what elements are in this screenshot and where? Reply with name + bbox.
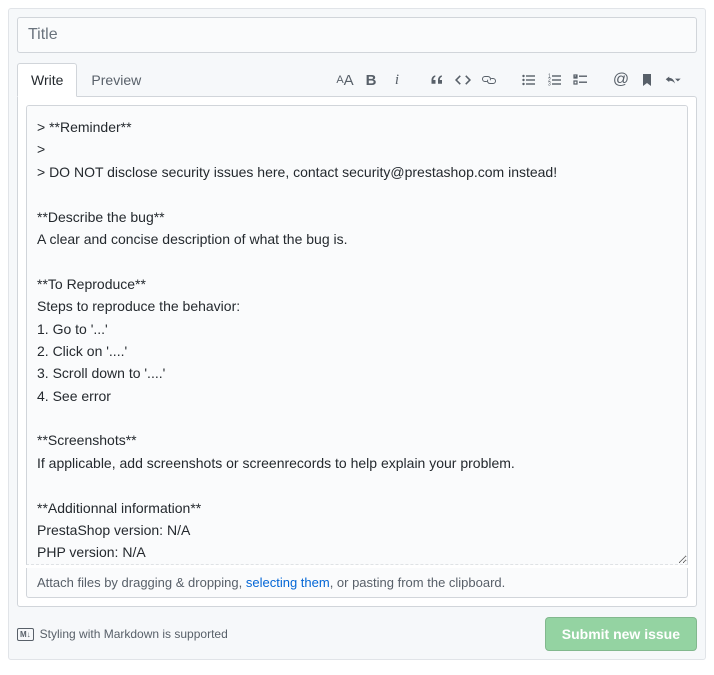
attach-hint-after: , or pasting from the clipboard.	[330, 575, 506, 590]
markdown-icon: M↓	[17, 628, 34, 641]
heading-button[interactable]: AA	[333, 68, 357, 92]
link-button[interactable]	[477, 68, 501, 92]
list-ul-icon	[521, 72, 537, 88]
editor-toolbar: AA B i	[327, 68, 697, 92]
bold-button[interactable]: B	[359, 68, 383, 92]
reference-button[interactable]	[635, 68, 659, 92]
editor-tabs-bar: Write Preview AA B i	[17, 63, 697, 97]
link-icon	[481, 72, 497, 88]
list-ol-icon: 123	[547, 72, 563, 88]
title-input[interactable]	[17, 17, 697, 53]
toolbar-group-list: 123	[511, 68, 599, 92]
chevron-down-icon	[675, 76, 681, 84]
markdown-hint[interactable]: M↓ Styling with Markdown is supported	[17, 627, 228, 641]
mention-button[interactable]: @	[609, 68, 633, 92]
heading-icon-large: A	[344, 72, 354, 89]
tasklist-button[interactable]	[569, 68, 593, 92]
ol-button[interactable]: 123	[543, 68, 567, 92]
code-icon	[455, 72, 471, 88]
svg-text:3: 3	[548, 82, 551, 88]
form-footer: M↓ Styling with Markdown is supported Su…	[17, 617, 697, 651]
attach-hint-before: Attach files by dragging & dropping,	[37, 575, 246, 590]
ul-button[interactable]	[517, 68, 541, 92]
tab-preview[interactable]: Preview	[77, 63, 155, 97]
quote-button[interactable]	[425, 68, 449, 92]
heading-icon: A	[336, 74, 343, 86]
editor-tabs: Write Preview	[17, 63, 155, 97]
editor-box: Attach files by dragging & dropping, sel…	[17, 96, 697, 607]
italic-icon: i	[395, 72, 399, 89]
toolbar-group-text: AA B i	[327, 68, 415, 92]
mention-icon: @	[613, 71, 629, 89]
bold-icon: B	[366, 72, 377, 89]
submit-new-issue-button[interactable]: Submit new issue	[545, 617, 697, 651]
tab-write[interactable]: Write	[17, 63, 77, 97]
markdown-hint-text: Styling with Markdown is supported	[40, 627, 228, 641]
saved-replies-button[interactable]	[661, 68, 685, 92]
italic-button[interactable]: i	[385, 68, 409, 92]
toolbar-group-insert: @	[603, 68, 691, 92]
comment-body-textarea[interactable]	[26, 105, 688, 565]
tasklist-icon	[573, 72, 589, 88]
issue-form: Write Preview AA B i	[8, 8, 706, 660]
toolbar-group-block	[419, 68, 507, 92]
attach-hint[interactable]: Attach files by dragging & dropping, sel…	[26, 568, 688, 598]
attach-select-link[interactable]: selecting them	[246, 575, 330, 590]
quote-icon	[429, 72, 445, 88]
bookmark-icon	[639, 72, 655, 88]
code-button[interactable]	[451, 68, 475, 92]
